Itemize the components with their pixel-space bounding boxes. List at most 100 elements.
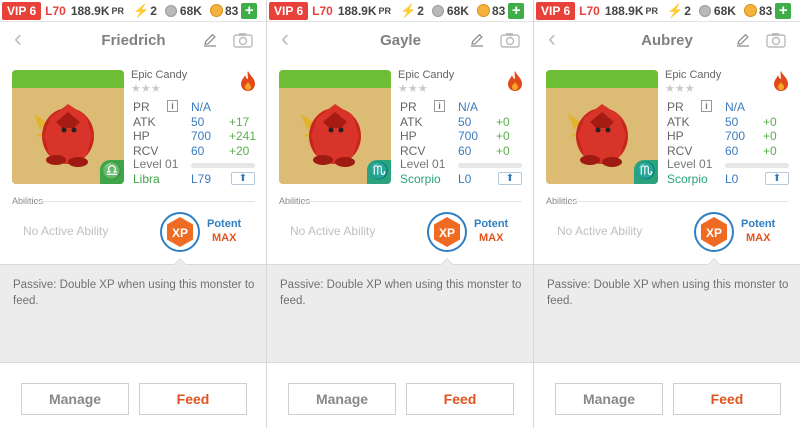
- xp-badge-icon[interactable]: XP: [427, 212, 467, 252]
- zodiac-sign: Libra: [133, 172, 160, 186]
- potent-label: Potent: [474, 218, 509, 230]
- arrow-up-icon[interactable]: ⬆: [765, 172, 789, 185]
- no-active-ability: No Active Ability: [290, 224, 376, 238]
- pencil-icon[interactable]: [470, 33, 484, 47]
- info-icon[interactable]: i: [701, 100, 712, 112]
- stat-value: 60: [191, 143, 205, 158]
- potent-label: Potent: [207, 218, 242, 230]
- power-rating-suffix: PR: [111, 5, 125, 16]
- gold-value: 83: [491, 3, 506, 18]
- arrow-up-icon[interactable]: ⬆: [498, 172, 522, 185]
- stat-label: PR: [400, 100, 417, 114]
- monster-panel-2: VIP 6 L70 188.9K PR ⚡ 2 68K 83 + ‹ Gayle ♏…: [267, 0, 534, 428]
- vip-badge[interactable]: VIP 6: [2, 1, 42, 20]
- stat-label: HP: [133, 129, 150, 144]
- gold-counter[interactable]: 83 +: [743, 2, 792, 19]
- energy-counter[interactable]: ⚡ 2: [667, 3, 691, 19]
- arrow-up-icon[interactable]: ⬆: [231, 172, 255, 185]
- power-rating-suffix: PR: [645, 5, 659, 16]
- camera-icon[interactable]: [766, 32, 786, 48]
- monster-portrait[interactable]: ♏: [546, 70, 658, 184]
- silver-value: 68K: [713, 3, 736, 18]
- player-level: L70: [45, 3, 66, 18]
- rarity-stars: ★★★: [398, 83, 428, 95]
- xp-badge-icon[interactable]: XP: [160, 212, 200, 252]
- passive-description-box: Passive: Double XP when using this monst…: [0, 264, 267, 363]
- silver-counter[interactable]: 68K: [164, 3, 202, 18]
- energy-icon: ⚡: [133, 2, 150, 18]
- manage-button[interactable]: Manage: [288, 383, 396, 415]
- passive-text: Passive: Double XP when using this monst…: [280, 279, 522, 307]
- zodiac-sign: Scorpio: [400, 172, 441, 186]
- power-rating: 188.9K: [337, 3, 377, 18]
- player-level: L70: [579, 3, 600, 18]
- silver-value: 68K: [179, 3, 202, 18]
- stat-label: PR: [133, 100, 150, 114]
- xp-badge-icon[interactable]: XP: [694, 212, 734, 252]
- gold-counter[interactable]: 83 +: [209, 2, 258, 19]
- stat-label: HP: [667, 129, 684, 144]
- camera-icon[interactable]: [500, 32, 520, 48]
- xp-label: XP: [706, 226, 722, 240]
- monster-portrait[interactable]: ♎: [12, 70, 124, 184]
- stat-label: ATK: [400, 114, 423, 129]
- panel-header: ‹ Aubrey: [534, 23, 800, 57]
- silver-counter[interactable]: 68K: [431, 4, 469, 18]
- feed-button[interactable]: Feed: [673, 383, 781, 415]
- zodiac-sign: Scorpio: [667, 172, 708, 186]
- add-currency-button[interactable]: +: [775, 2, 792, 19]
- status-bar: VIP 6 L70 188.9K PR ⚡ 2 68K 83 +: [534, 0, 800, 22]
- energy-counter[interactable]: ⚡ 2: [133, 3, 157, 19]
- level-progress-bar: [191, 163, 255, 168]
- stat-value: 700: [191, 129, 212, 144]
- monster-name: Epic Candy: [131, 69, 188, 81]
- panel-header: ‹ Gayle: [267, 23, 534, 57]
- stat-value: 700: [725, 129, 746, 144]
- abilities-divider: [302, 201, 522, 202]
- stat-value: 50: [191, 114, 205, 129]
- rank-level: L79: [191, 172, 212, 186]
- level-label: Level 01: [667, 157, 713, 171]
- no-active-ability: No Active Ability: [23, 224, 109, 238]
- info-icon[interactable]: i: [434, 100, 445, 112]
- add-currency-button[interactable]: +: [241, 2, 258, 19]
- power-rating: 188.9K: [70, 3, 110, 18]
- feed-button[interactable]: Feed: [406, 383, 514, 415]
- vip-badge[interactable]: VIP 6: [536, 1, 576, 20]
- vip-badge[interactable]: VIP 6: [269, 1, 309, 20]
- add-currency-button[interactable]: +: [508, 2, 525, 19]
- monster-title: Friedrich: [101, 32, 166, 49]
- power-rating: 188.9K: [604, 3, 644, 18]
- info-icon[interactable]: i: [167, 100, 178, 112]
- rarity-stars: ★★★: [131, 83, 161, 95]
- max-label: MAX: [212, 232, 237, 244]
- stat-row-hp: HP 700 +241: [133, 129, 259, 144]
- stat-value: N/A: [191, 100, 212, 114]
- feed-button[interactable]: Feed: [139, 383, 247, 415]
- gold-counter[interactable]: 83 +: [476, 2, 525, 19]
- manage-button[interactable]: Manage: [21, 383, 129, 415]
- stats-table: PR i N/A ATK 50 +0 HP 700 +0 RCV 60 +0: [667, 100, 793, 158]
- energy-counter[interactable]: ⚡ 2: [400, 3, 424, 19]
- stat-bonus: +0: [763, 143, 777, 158]
- stat-label: HP: [400, 129, 417, 144]
- abilities-divider: [35, 201, 255, 202]
- silver-counter[interactable]: 68K: [698, 3, 736, 18]
- pencil-icon[interactable]: [203, 33, 217, 47]
- panel-header: ‹ Friedrich: [0, 23, 267, 57]
- stat-bonus: +17: [229, 114, 250, 129]
- camera-icon[interactable]: [233, 32, 253, 48]
- stat-value: 50: [725, 114, 739, 129]
- passive-description-box: Passive: Double XP when using this monst…: [534, 264, 800, 363]
- stat-row-atk: ATK 50 +0: [667, 115, 793, 130]
- stats-table: PR i N/A ATK 50 +17 HP 700 +241 RCV 60 +20: [133, 100, 259, 158]
- max-label: MAX: [746, 232, 771, 244]
- stat-bonus: +241: [229, 129, 257, 144]
- manage-button[interactable]: Manage: [555, 383, 663, 415]
- stat-value: N/A: [458, 100, 479, 114]
- pencil-icon[interactable]: [736, 33, 750, 47]
- monster-portrait[interactable]: ♏: [279, 70, 391, 184]
- passive-description-box: Passive: Double XP when using this monst…: [267, 264, 534, 363]
- stat-row-atk: ATK 50 +17: [133, 115, 259, 130]
- sign-row: Scorpio L0: [667, 172, 738, 186]
